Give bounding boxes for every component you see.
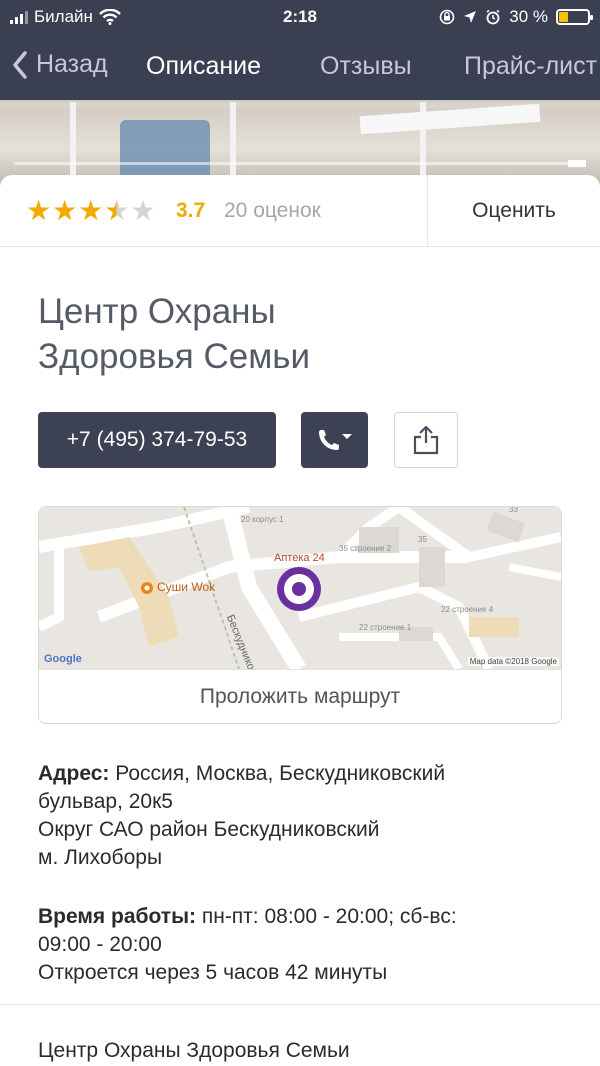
address-label: Адрес:	[38, 762, 110, 785]
map-label-building: 35	[418, 535, 427, 544]
tab-description[interactable]: Описание	[146, 52, 261, 81]
photo-detail	[70, 102, 76, 182]
map-label-building: 22 строение 1	[359, 623, 412, 632]
tab-reviews[interactable]: Отзывы	[320, 52, 412, 81]
share-button[interactable]	[394, 412, 458, 468]
rating-value: 3.7	[176, 199, 206, 222]
map-view[interactable]: Аптека 24 Суши Wok Бескудниковский 20 ко…	[39, 507, 561, 669]
place-title: Центр Охраны Здоровья Семьи	[38, 289, 558, 379]
phone-button[interactable]: +7 (495) 374-79-53	[38, 412, 276, 468]
back-label: Назад	[36, 50, 108, 78]
hours-line: 09:00 - 20:00	[38, 933, 162, 956]
star-half-icon: ★	[104, 195, 130, 226]
photo-detail	[120, 120, 210, 180]
divider	[0, 1004, 600, 1005]
map-credit: Map data ©2018 Google	[467, 657, 559, 666]
rating-row: ★ ★ ★ ★ ★ 3.7 20 оценок Оценить	[0, 175, 600, 247]
battery-percent: 30 %	[509, 7, 548, 26]
address-line[interactable]: бульвар, 20к5	[38, 788, 568, 816]
map-widget: Аптека 24 Суши Wok Бескудниковский 20 ко…	[38, 506, 562, 724]
address-block: Адрес: Россия, Москва, Бескудниковский б…	[38, 760, 568, 872]
rating-stars[interactable]: ★ ★ ★ ★ ★	[26, 197, 156, 225]
rate-button[interactable]: Оценить	[428, 175, 600, 247]
share-icon	[413, 425, 439, 455]
address-value[interactable]: Россия, Москва, Бескудниковский	[109, 762, 445, 785]
location-icon	[464, 11, 477, 23]
top-navigation: Назад Описание Отзывы Прайс-лист	[0, 40, 600, 96]
map-label-building: 20 корпус 1	[241, 515, 284, 524]
map-label-building: 33	[509, 507, 518, 514]
place-title-line: Центр Охраны	[38, 292, 276, 331]
call-menu-button[interactable]	[301, 412, 368, 468]
map-label-building: 22 строение 4	[441, 605, 494, 614]
route-button[interactable]: Проложить маршрут	[39, 669, 561, 723]
open-status: Откроется через 5 часов 42 минуты	[38, 961, 388, 984]
photo-pager-indicator	[568, 160, 586, 167]
place-title-line: Здоровья Семьи	[38, 337, 311, 376]
status-bar: Билайн 2:18 30 %	[0, 0, 600, 36]
map-label-restaurant: Суши Wok	[157, 580, 216, 594]
hours-label: Время работы:	[38, 905, 197, 928]
organization-name: Центр Охраны Здоровья Семьи	[38, 1039, 350, 1062]
hours-value: пн-пт: 08:00 - 20:00; сб-вс:	[196, 905, 457, 928]
map-label-pharmacy: Аптека 24	[274, 552, 325, 564]
photo-detail	[359, 103, 541, 135]
rating-count: 20 оценок	[224, 199, 321, 222]
alarm-icon	[486, 9, 500, 25]
back-button[interactable]: Назад	[12, 50, 108, 79]
phone-dropdown-icon	[318, 430, 352, 450]
metro-station: м. Лихоборы	[38, 846, 163, 869]
map-label-building: 35 строение 2	[339, 544, 392, 553]
battery-icon	[556, 9, 593, 25]
star-empty-icon: ★	[130, 195, 156, 226]
rotation-lock-icon	[439, 9, 455, 25]
hours-line: Время работы: пн-пт: 08:00 - 20:00; сб-в…	[38, 903, 568, 931]
star-icon: ★	[78, 195, 104, 226]
photo-pager-track	[14, 162, 586, 165]
star-icon: ★	[26, 195, 52, 226]
place-card: ★ ★ ★ ★ ★ 3.7 20 оценок Оценить Центр Ох…	[0, 175, 600, 1066]
google-logo: Google	[44, 653, 82, 665]
hours-block: Время работы: пн-пт: 08:00 - 20:00; сб-в…	[38, 903, 568, 987]
tab-price-list[interactable]: Прайс-лист	[464, 52, 597, 81]
chevron-left-icon	[13, 50, 27, 79]
district: Округ САО район Бескудниковский	[38, 818, 380, 841]
star-icon: ★	[52, 195, 78, 226]
map-streets	[39, 507, 561, 669]
address-line: Адрес: Россия, Москва, Бескудниковский	[38, 760, 568, 788]
photo-detail	[230, 102, 236, 182]
